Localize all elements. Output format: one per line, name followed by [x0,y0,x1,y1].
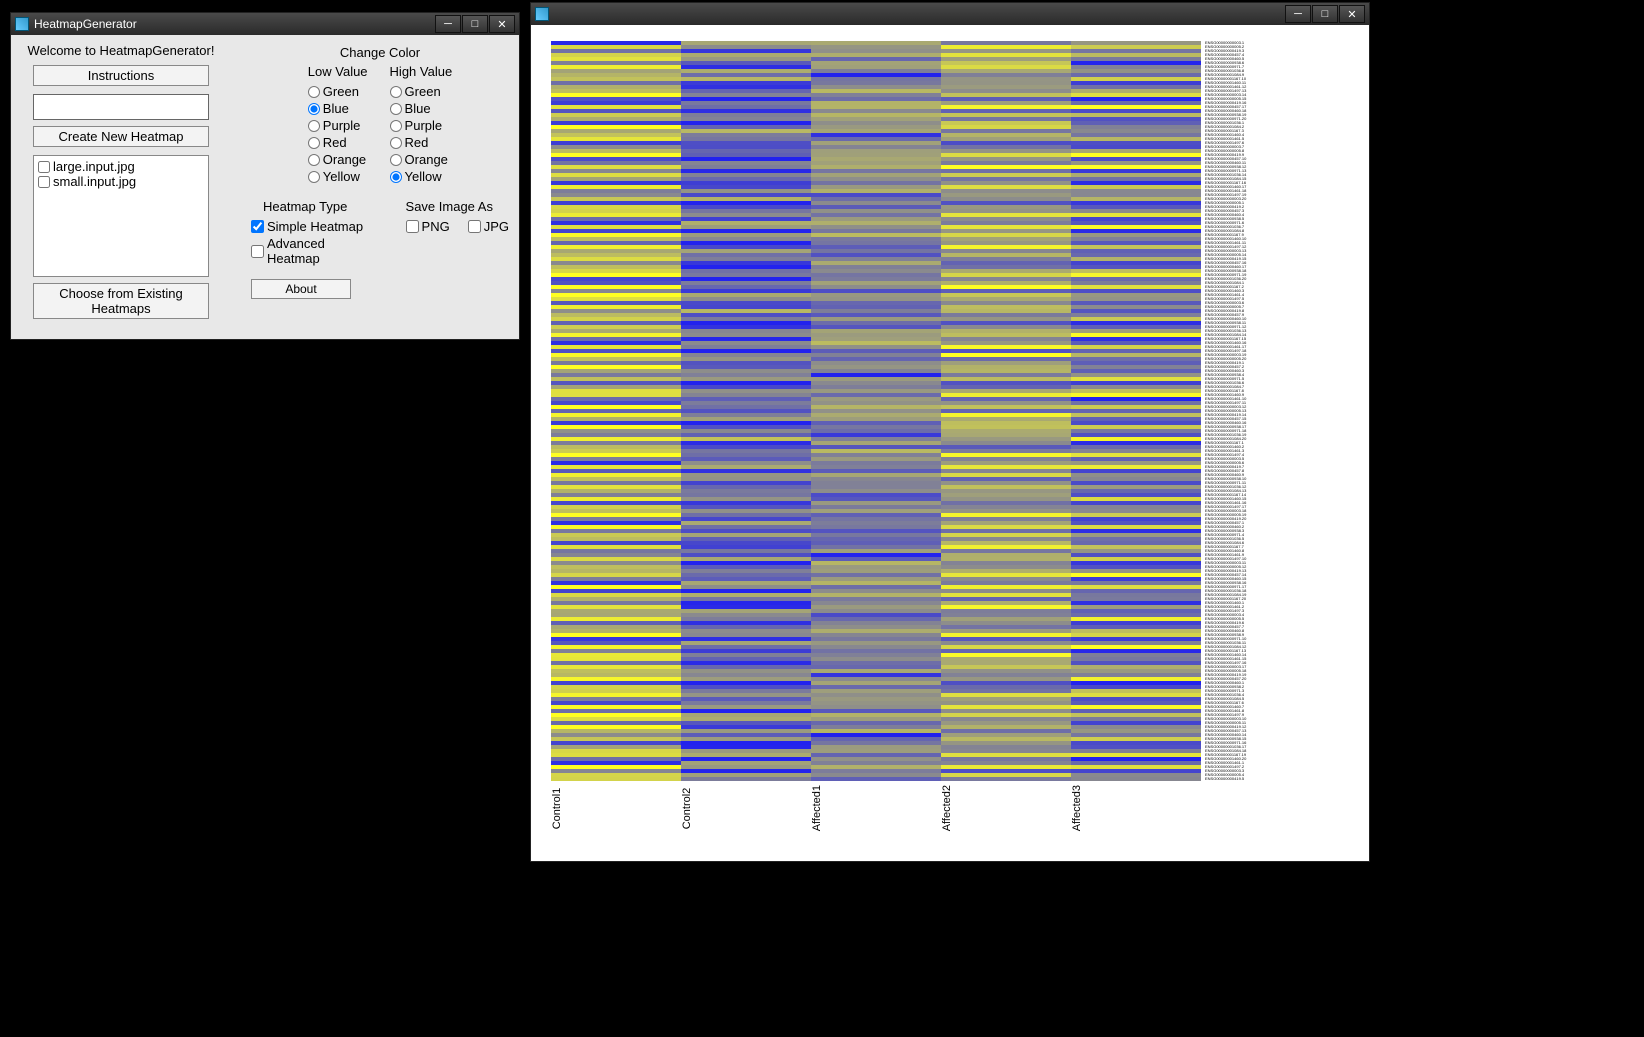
save-png-label: PNG [422,219,450,234]
radio-input[interactable] [308,86,320,98]
heatmap-viewer-window: ─ □ ✕ ENSG00000000003.1ENSG00000000005.2… [530,2,1370,862]
row-label: ENSG00000000419.5 [1205,777,1335,781]
radio-label: Red [323,135,347,150]
radio-label: Yellow [405,169,442,184]
radio-input[interactable] [308,171,320,183]
heatmap-type-header: Heatmap Type [263,199,376,214]
heatmap-chart [551,41,1201,781]
high-purple-radio[interactable]: Purple [390,117,453,134]
window-title: HeatmapGenerator [34,17,435,31]
existing-heatmaps-list[interactable]: large.input.jpgsmall.input.jpg [33,155,209,277]
low-red-radio[interactable]: Red [308,134,368,151]
column-label: Affected1 [811,785,941,831]
close-button[interactable]: ✕ [1339,5,1365,23]
titlebar[interactable]: HeatmapGenerator ─ □ ✕ [11,13,519,35]
choose-existing-button[interactable]: Choose from Existing Heatmaps [33,283,209,319]
maximize-button[interactable]: □ [1312,5,1338,23]
high-orange-radio[interactable]: Orange [390,151,453,168]
viewer-titlebar[interactable]: ─ □ ✕ [531,3,1369,25]
save-jpg-label: JPG [484,219,509,234]
radio-label: Yellow [323,169,360,184]
high-green-radio[interactable]: Green [390,83,453,100]
list-item[interactable]: small.input.jpg [36,174,206,189]
low-orange-radio[interactable]: Orange [308,151,368,168]
radio-label: Orange [323,152,366,167]
heatmap-cell [941,777,1071,781]
column-label: Affected2 [941,785,1071,831]
name-input[interactable] [33,94,209,120]
app-icon [535,7,549,21]
column-label: Affected3 [1071,785,1201,831]
save-image-header: Save Image As [406,199,509,214]
advanced-heatmap-checkbox[interactable] [251,245,264,258]
radio-label: Purple [405,118,443,133]
radio-input[interactable] [308,154,320,166]
close-button[interactable]: ✕ [489,15,515,33]
file-checkbox[interactable] [38,161,50,173]
radio-input[interactable] [390,171,402,183]
low-purple-radio[interactable]: Purple [308,117,368,134]
about-button[interactable]: About [251,279,351,299]
heatmap-cell [811,777,941,781]
radio-input[interactable] [390,86,402,98]
save-jpg-checkbox[interactable] [468,220,481,233]
heatmap-column-labels: Control1Control2Affected1Affected2Affect… [551,785,1201,831]
save-png-check[interactable]: PNG [406,218,450,235]
advanced-heatmap-check[interactable]: Advanced Heatmap [251,235,376,267]
minimize-button[interactable]: ─ [1285,5,1311,23]
low-blue-radio[interactable]: Blue [308,100,368,117]
low-yellow-radio[interactable]: Yellow [308,168,368,185]
file-name: large.input.jpg [53,159,135,174]
app-icon [15,17,29,31]
radio-label: Red [405,135,429,150]
radio-label: Blue [405,101,431,116]
create-heatmap-button[interactable]: Create New Heatmap [33,126,209,147]
simple-heatmap-checkbox[interactable] [251,220,264,233]
simple-heatmap-label: Simple Heatmap [267,219,363,234]
radio-input[interactable] [390,154,402,166]
low-value-header: Low Value [308,64,368,79]
heatmap-cell [1071,777,1201,781]
list-item[interactable]: large.input.jpg [36,159,206,174]
low-green-radio[interactable]: Green [308,83,368,100]
heatmap-row [551,777,1201,781]
heatmap-cell [681,777,811,781]
minimize-button[interactable]: ─ [435,15,461,33]
file-name: small.input.jpg [53,174,136,189]
save-png-checkbox[interactable] [406,220,419,233]
heatmap-row-labels: ENSG00000000003.1ENSG00000000005.2ENSG00… [1205,41,1335,781]
radio-input[interactable] [308,137,320,149]
radio-label: Blue [323,101,349,116]
save-jpg-check[interactable]: JPG [468,218,509,235]
high-red-radio[interactable]: Red [390,134,453,151]
high-blue-radio[interactable]: Blue [390,100,453,117]
radio-input[interactable] [390,137,402,149]
radio-input[interactable] [308,103,320,115]
window-body: Welcome to HeatmapGenerator! Instruction… [11,35,519,339]
heatmap-cell [551,777,681,781]
high-yellow-radio[interactable]: Yellow [390,168,453,185]
high-value-header: High Value [390,64,453,79]
maximize-button[interactable]: □ [462,15,488,33]
heatmap-area: ENSG00000000003.1ENSG00000000005.2ENSG00… [551,41,1335,861]
radio-label: Green [323,84,359,99]
radio-label: Green [405,84,441,99]
change-color-header: Change Color [251,45,509,60]
advanced-heatmap-label: Advanced Heatmap [267,236,376,266]
column-label: Control2 [681,785,811,831]
radio-label: Orange [405,152,448,167]
heatmap-generator-window: HeatmapGenerator ─ □ ✕ Welcome to Heatma… [10,12,520,340]
simple-heatmap-check[interactable]: Simple Heatmap [251,218,376,235]
radio-input[interactable] [308,120,320,132]
welcome-label: Welcome to HeatmapGenerator! [21,43,221,58]
instructions-button[interactable]: Instructions [33,65,209,86]
file-checkbox[interactable] [38,176,50,188]
viewer-body: ENSG00000000003.1ENSG00000000005.2ENSG00… [531,25,1369,861]
radio-label: Purple [323,118,361,133]
column-label: Control1 [551,785,681,831]
radio-input[interactable] [390,103,402,115]
radio-input[interactable] [390,120,402,132]
